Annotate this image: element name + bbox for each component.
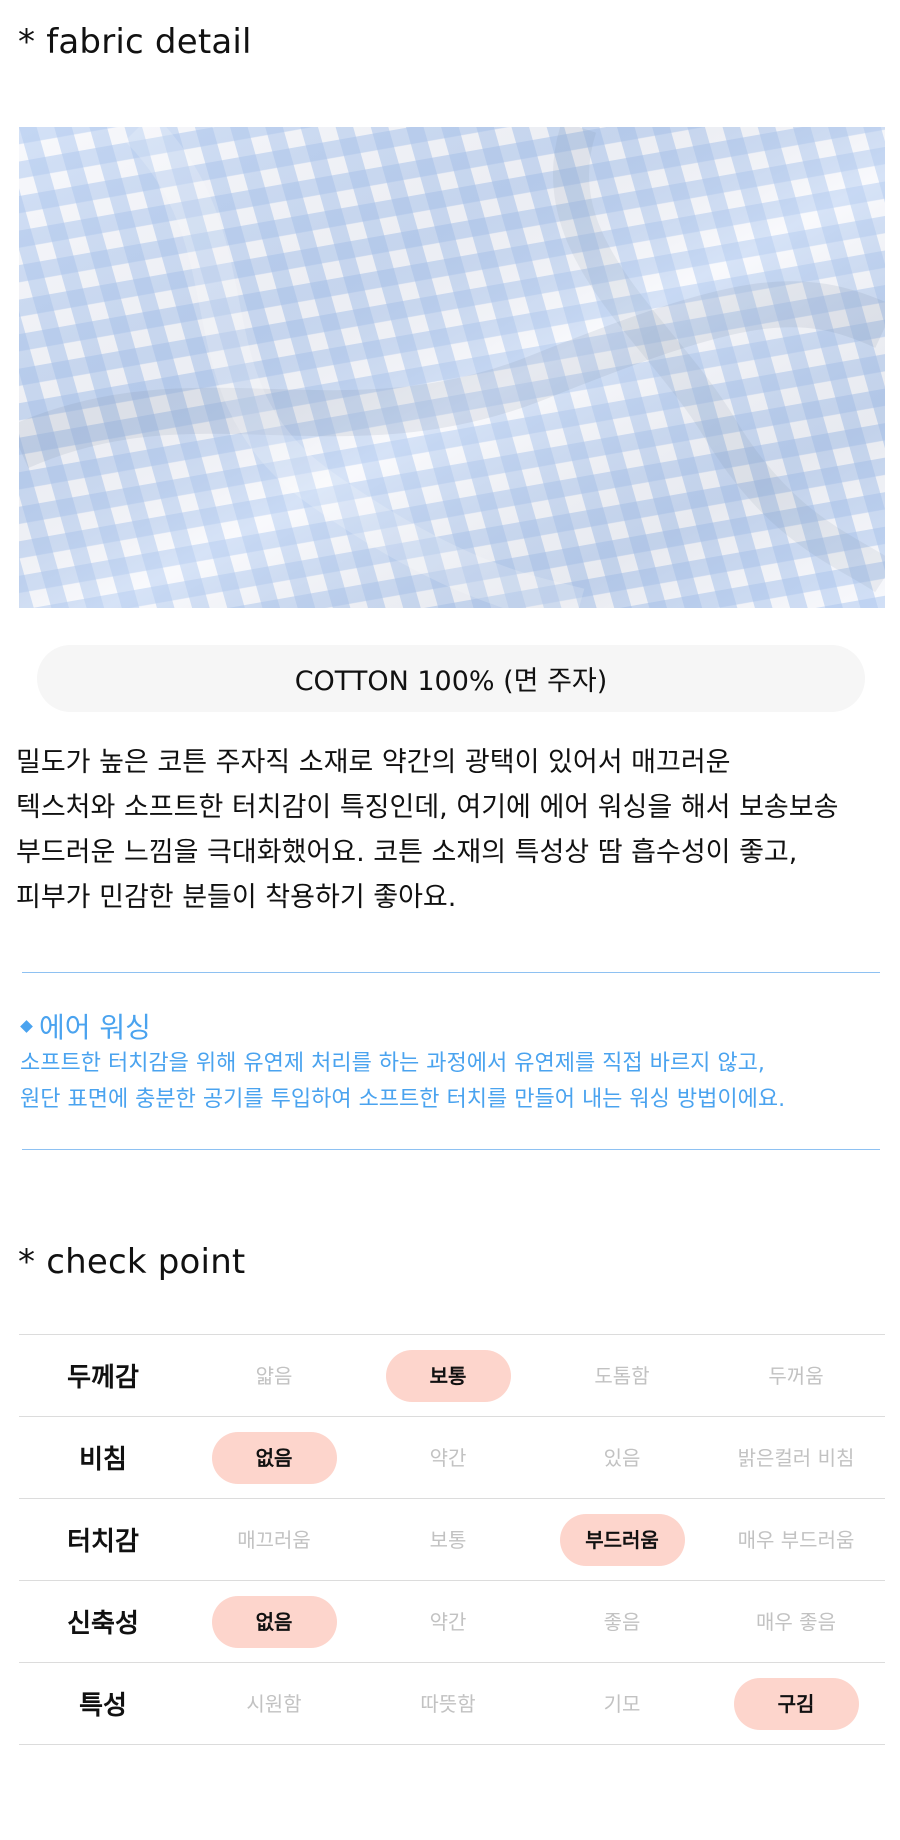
check-option: 보통 (361, 1514, 535, 1566)
check-option-text: 기모 (603, 1691, 641, 1716)
check-option: 매우 좋음 (709, 1596, 883, 1648)
check-option-text: 없음 (211, 1431, 337, 1484)
check-option: 약간 (361, 1596, 535, 1648)
check-option-text: 부드러움 (559, 1513, 685, 1566)
check-option: 기모 (535, 1678, 709, 1730)
check-option-text: 얇음 (255, 1363, 293, 1388)
check-row-label: 터치감 (67, 1527, 139, 1557)
check-option: 약간 (361, 1432, 535, 1484)
check-option-text: 밝은컬러 비침 (737, 1445, 855, 1470)
check-option-text: 따뜻함 (420, 1691, 476, 1716)
check-option-text: 보통 (385, 1349, 511, 1402)
air-washing-line: 원단 표면에 충분한 공기를 투입하여 소프트한 터치를 만들어 내는 워싱 방… (20, 1087, 786, 1112)
diamond-bullet-icon (20, 1019, 33, 1033)
check-option: 따뜻함 (361, 1678, 535, 1730)
check-option-text: 좋음 (603, 1609, 641, 1634)
check-row: 터치감 매끄러움 보통 부드러움 매우 부드러움 (19, 1499, 885, 1581)
description-line: 피부가 민감한 분들이 착용하기 좋아요. (16, 882, 457, 913)
check-option: 도톰함 (535, 1350, 709, 1402)
check-row-label: 두께감 (67, 1363, 139, 1393)
check-option-text: 없음 (211, 1595, 337, 1648)
check-row: 신축성 없음 약간 좋음 매우 좋음 (19, 1581, 885, 1663)
fabric-detail-heading: * fabric detail (18, 22, 252, 62)
check-point-table: 두께감 얇음 보통 도톰함 두꺼움 비침 없음 약간 있음 밝은컬러 비침 터치감 매끄러움 보통 부드러… (19, 1334, 885, 1745)
check-row: 두께감 얇음 보통 도톰함 두꺼움 (19, 1335, 885, 1417)
check-option-text: 두꺼움 (768, 1363, 824, 1388)
note-bottom-divider (22, 1149, 880, 1150)
check-option: 매끄러움 (187, 1514, 361, 1566)
check-option-text: 구김 (733, 1677, 859, 1730)
check-option-selected: 없음 (187, 1431, 361, 1484)
description-line: 텍스처와 소프트한 터치감이 특징인데, 여기에 에어 워싱을 해서 보송보송 (16, 792, 839, 823)
check-option-text: 약간 (429, 1445, 467, 1470)
check-option-selected: 보통 (361, 1349, 535, 1402)
check-option-selected: 부드러움 (535, 1513, 709, 1566)
note-top-divider (22, 972, 880, 973)
fabric-photo (19, 127, 885, 608)
check-option: 두꺼움 (709, 1350, 883, 1402)
check-row-label: 비침 (79, 1445, 127, 1475)
check-option-text: 시원함 (246, 1691, 302, 1716)
check-option-text: 있음 (603, 1445, 641, 1470)
check-row: 특성 시원함 따뜻함 기모 구김 (19, 1663, 885, 1745)
check-option: 시원함 (187, 1678, 361, 1730)
check-row: 비침 없음 약간 있음 밝은컬러 비침 (19, 1417, 885, 1499)
air-washing-title: 에어 워싱 (20, 1006, 151, 1046)
check-option-text: 매끄러움 (237, 1527, 311, 1552)
description-line: 부드러운 느낌을 극대화했어요. 코튼 소재의 특성상 땀 흡수성이 좋고, (16, 837, 798, 868)
check-option-text: 매우 부드러움 (737, 1527, 855, 1552)
description-line: 밀도가 높은 코튼 주자직 소재로 약간의 광택이 있어서 매끄러운 (16, 747, 731, 778)
check-option-selected: 없음 (187, 1595, 361, 1648)
check-option: 좋음 (535, 1596, 709, 1648)
composition-label: COTTON 100% (면 주자) (37, 645, 865, 712)
check-option-text: 도톰함 (594, 1363, 650, 1388)
check-row-label: 특성 (79, 1691, 127, 1721)
check-option-text: 매우 좋음 (756, 1609, 836, 1634)
check-option: 밝은컬러 비침 (709, 1432, 883, 1484)
check-row-label: 신축성 (67, 1609, 139, 1639)
check-option-text: 보통 (429, 1527, 467, 1552)
check-option: 있음 (535, 1432, 709, 1484)
check-option-text: 약간 (429, 1609, 467, 1634)
check-point-heading: * check point (18, 1242, 246, 1282)
check-option: 매우 부드러움 (709, 1514, 883, 1566)
air-washing-body: 소프트한 터치감을 위해 유연제 처리를 하는 과정에서 유연제를 직접 바르지… (20, 1046, 785, 1118)
fabric-description: 밀도가 높은 코튼 주자직 소재로 약간의 광택이 있어서 매끄러운 텍스처와 … (16, 740, 896, 920)
air-washing-title-text: 에어 워싱 (39, 1011, 151, 1044)
air-washing-line: 소프트한 터치감을 위해 유연제 처리를 하는 과정에서 유연제를 직접 바르지… (20, 1051, 765, 1076)
check-option-selected: 구김 (709, 1677, 883, 1730)
check-option: 얇음 (187, 1350, 361, 1402)
